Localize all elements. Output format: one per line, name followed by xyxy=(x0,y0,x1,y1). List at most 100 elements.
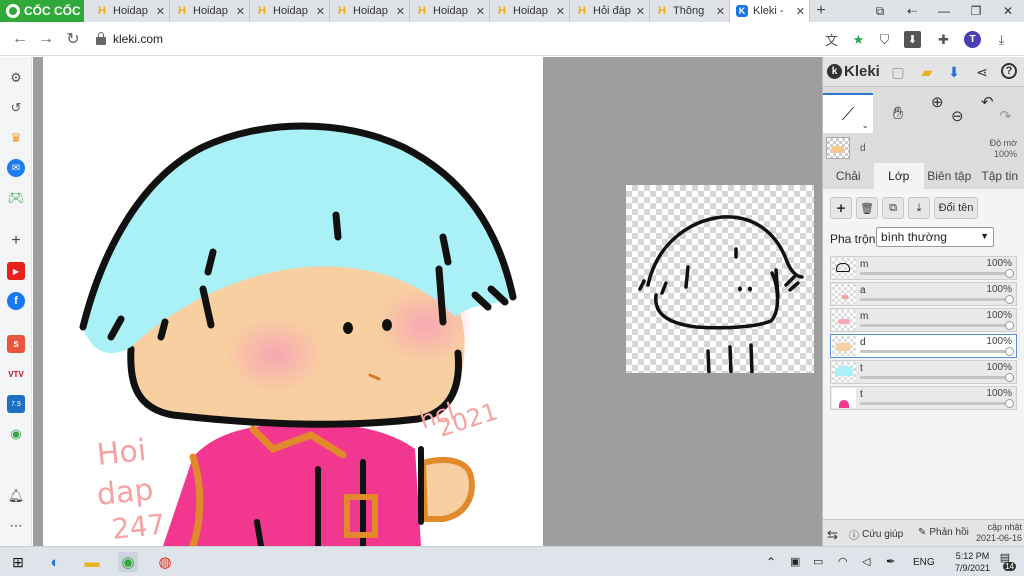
zoom-out-icon[interactable]: ⊖ xyxy=(951,107,964,125)
layer-item[interactable]: a 100% xyxy=(830,282,1017,306)
file-explorer-icon[interactable]: ▬ xyxy=(82,552,102,572)
globe-icon[interactable]: ◉ xyxy=(7,425,25,443)
merge-down-button[interactable]: ⤓ xyxy=(908,197,930,219)
layer-opacity-handle[interactable] xyxy=(1005,269,1014,278)
save-download-icon[interactable]: ⬇ xyxy=(945,63,963,81)
brush-tool-button[interactable]: ⟋ ⌄ xyxy=(823,93,873,133)
layer-opacity-handle[interactable] xyxy=(1005,295,1014,304)
reload-icon[interactable]: ↻ xyxy=(63,29,83,49)
browser-tab[interactable]: H Hoidap ✕ xyxy=(250,0,330,22)
browser-tab[interactable]: H Hoidap ✕ xyxy=(490,0,570,22)
profile-avatar[interactable]: T xyxy=(964,31,981,48)
layer-opacity-slider[interactable] xyxy=(860,350,1006,353)
layer-item[interactable]: t 100% xyxy=(830,360,1017,384)
close-tab-icon[interactable]: ✕ xyxy=(316,5,325,18)
shopee-icon[interactable]: S xyxy=(7,335,25,353)
kleki-logo[interactable]: k Kleki xyxy=(827,63,880,80)
url-field[interactable]: kleki.com xyxy=(96,28,816,50)
help-link[interactable]: ⓘ Cứu giúp xyxy=(849,527,903,542)
close-tab-icon[interactable]: ✕ xyxy=(396,5,405,18)
close-tab-icon[interactable]: ✕ xyxy=(556,5,565,18)
zoom-in-button[interactable]: ⊕ ⊖ xyxy=(927,93,977,133)
extension-icon[interactable]: ⧉ xyxy=(864,0,896,22)
rename-layer-button[interactable]: Đổi tên xyxy=(934,197,978,219)
drawing-canvas[interactable]: Hoi dap 247 hcl 2021 xyxy=(43,57,543,546)
new-image-icon[interactable]: ▢ xyxy=(889,63,907,81)
add-shortcut-icon[interactable]: + xyxy=(7,232,25,250)
close-tab-icon[interactable]: ✕ xyxy=(796,5,805,18)
pen-icon[interactable]: ✒ xyxy=(886,555,895,568)
back-arrow-icon[interactable]: ← xyxy=(10,29,30,49)
layer-opacity-handle[interactable] xyxy=(1005,373,1014,382)
new-tab-button[interactable]: + xyxy=(810,0,832,22)
duplicate-layer-button[interactable]: ⧉ xyxy=(882,197,904,219)
blend-mode-select[interactable]: bình thường ▼ xyxy=(876,227,994,247)
windows-start-icon[interactable]: ⊞ xyxy=(8,552,28,572)
close-tab-icon[interactable]: ✕ xyxy=(716,5,725,18)
browser-tab[interactable]: H Hoidap ✕ xyxy=(410,0,490,22)
hand-tool-button[interactable]: ✋︎ xyxy=(873,93,923,133)
update-info[interactable]: cập nhật 2021-06-16 xyxy=(976,522,1022,544)
share-icon[interactable]: ⋖ xyxy=(973,63,991,81)
browser-tab-active[interactable]: K Kleki - ✕ xyxy=(730,0,810,22)
open-folder-icon[interactable]: ▰ xyxy=(918,63,936,81)
settings-gear-icon[interactable]: ⚙ xyxy=(7,69,25,87)
layer-item-selected[interactable]: d 100% xyxy=(830,334,1017,358)
tab-edit[interactable]: Biên tập xyxy=(924,163,975,189)
feedback-link[interactable]: ✎ Phản hồi xyxy=(918,527,969,538)
redo-icon[interactable]: ↷ xyxy=(999,107,1012,125)
layer-opacity-slider[interactable] xyxy=(860,402,1006,405)
edge-browser-icon[interactable]: ◐ xyxy=(45,552,65,572)
help-icon[interactable]: ? xyxy=(1001,63,1017,79)
translate-icon[interactable]: 文 xyxy=(823,31,840,48)
layer-opacity-slider[interactable] xyxy=(860,272,1006,275)
puzzle-extensions-icon[interactable]: ✚ xyxy=(935,31,952,48)
tray-device-icon[interactable]: ▣ xyxy=(790,555,800,568)
more-options-icon[interactable]: ⋯ xyxy=(7,517,25,535)
layer-item[interactable]: m 100% xyxy=(830,256,1017,280)
undo-icon[interactable]: ↶ xyxy=(981,93,994,111)
layer-opacity-slider[interactable] xyxy=(860,324,1006,327)
download-box-icon[interactable]: ⬇ xyxy=(904,31,921,48)
delete-layer-button[interactable]: 🗑︎ xyxy=(856,197,878,219)
restore-icon[interactable]: ❐ xyxy=(960,0,992,22)
tab-layers[interactable]: Lớp xyxy=(873,163,924,189)
messenger-icon[interactable]: ✉ xyxy=(7,159,25,177)
shield-icon[interactable]: ⛉ xyxy=(876,31,893,48)
notification-bell-icon[interactable]: 🔔︎ xyxy=(7,487,25,505)
layer-opacity-handle[interactable] xyxy=(1005,347,1014,356)
coccoc-taskbar-icon[interactable]: ◉ xyxy=(118,552,138,572)
crown-icon[interactable]: ♛ xyxy=(7,129,25,147)
tab-file[interactable]: Tập tin xyxy=(975,163,1024,189)
layer-opacity-slider[interactable] xyxy=(860,298,1006,301)
volume-icon[interactable]: ◁ xyxy=(862,555,870,568)
browser-tab[interactable]: H Hoidap ✕ xyxy=(330,0,410,22)
vtv-icon[interactable]: VTV xyxy=(7,365,25,383)
game-controller-icon[interactable]: 🎮︎ xyxy=(7,189,25,207)
add-layer-button[interactable]: + xyxy=(830,197,852,219)
layer-item[interactable]: t 100% xyxy=(830,386,1017,410)
close-window-icon[interactable]: ✕ xyxy=(992,0,1024,22)
language-indicator[interactable]: ENG xyxy=(913,557,935,568)
browser-tab[interactable]: H Hoidap ✕ xyxy=(170,0,250,22)
battery-icon[interactable]: ▭ xyxy=(813,555,823,568)
tab-brush[interactable]: Chải xyxy=(823,163,874,189)
swap-sides-icon[interactable]: ⇆ xyxy=(827,527,838,543)
layer-item[interactable]: m 100% xyxy=(830,308,1017,332)
youtube-icon[interactable]: ▶ xyxy=(7,262,25,280)
history-icon[interactable]: ↺ xyxy=(7,99,25,117)
forward-arrow-icon[interactable]: → xyxy=(36,29,56,49)
notification-center-button[interactable]: ▤ 14 xyxy=(994,551,1016,571)
wifi-icon[interactable]: ◠ xyxy=(838,555,848,568)
layer-opacity-handle[interactable] xyxy=(1005,321,1014,330)
coccoc-menu-button[interactable]: CỐC CỐC xyxy=(0,0,84,22)
news-app-icon[interactable]: 7.9 xyxy=(7,395,25,413)
bookmark-star-icon[interactable]: ★ xyxy=(850,31,867,48)
close-tab-icon[interactable]: ✕ xyxy=(236,5,245,18)
chrome-taskbar-icon[interactable]: ◍ xyxy=(155,552,175,572)
facebook-icon[interactable]: f xyxy=(7,292,25,310)
browser-tab[interactable]: H Thông ✕ xyxy=(650,0,730,22)
close-tab-icon[interactable]: ✕ xyxy=(636,5,645,18)
browser-tab[interactable]: H Hoidap ✕ xyxy=(90,0,170,22)
chevron-down-icon[interactable]: ⌄ xyxy=(861,120,869,131)
